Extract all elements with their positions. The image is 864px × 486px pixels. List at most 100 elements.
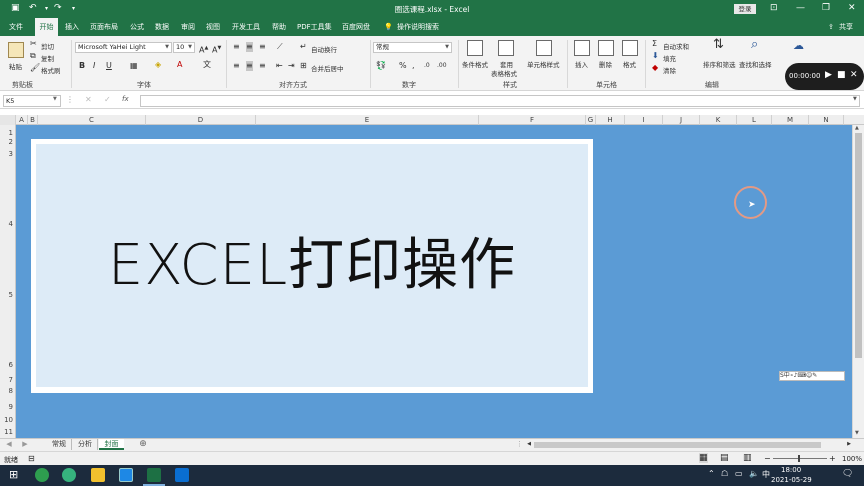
row-header[interactable]: 3: [0, 150, 15, 158]
column-header[interactable]: D: [146, 115, 256, 125]
zoom-out-icon[interactable]: −: [764, 454, 771, 463]
conditional-format-button[interactable]: 条件格式: [462, 59, 488, 69]
column-header[interactable]: L: [737, 115, 772, 125]
paste-icon[interactable]: [8, 42, 24, 58]
copy-button[interactable]: 复制: [41, 53, 54, 63]
normal-view-icon[interactable]: ▦: [699, 453, 708, 463]
align-left-icon[interactable]: ≡: [233, 61, 240, 71]
cut-button[interactable]: 剪切: [41, 41, 54, 51]
align-middle-icon[interactable]: ≡: [246, 42, 253, 52]
copy-icon[interactable]: ⧉: [30, 51, 36, 61]
format-cells-icon[interactable]: [622, 40, 638, 56]
row-header[interactable]: 2: [0, 138, 15, 146]
windows-start-icon[interactable]: ⊞: [9, 468, 18, 481]
notification-icon[interactable]: 🗨: [842, 469, 853, 479]
phonetic-icon[interactable]: 文: [203, 60, 211, 70]
zoom-slider-handle[interactable]: [798, 455, 800, 462]
tab-home[interactable]: 开始: [35, 18, 58, 36]
column-header[interactable]: G: [586, 115, 596, 125]
name-box-dropdown-icon[interactable]: ▼: [53, 96, 57, 102]
close-icon[interactable]: ✕: [848, 3, 856, 14]
column-header[interactable]: F: [479, 115, 586, 125]
volume-icon[interactable]: 🔈: [749, 469, 759, 478]
cut-icon[interactable]: ✂: [30, 39, 37, 49]
zoom-level[interactable]: 100%: [842, 455, 862, 463]
battery-icon[interactable]: ▭: [735, 469, 743, 478]
zoom-in-icon[interactable]: +: [829, 454, 836, 463]
borders-icon[interactable]: ▦: [130, 61, 138, 71]
column-header[interactable]: M: [772, 115, 809, 125]
paste-button[interactable]: 粘贴: [9, 61, 22, 71]
increase-font-icon[interactable]: A▲: [199, 43, 208, 56]
store-icon[interactable]: [119, 468, 133, 482]
stop-icon[interactable]: ■: [837, 70, 846, 80]
underline-icon[interactable]: U: [106, 61, 112, 71]
tab-review[interactable]: 审阅: [181, 22, 195, 32]
find-select-button[interactable]: 查找和选择: [739, 59, 772, 69]
format-cells-button[interactable]: 格式: [623, 59, 636, 69]
merge-center-icon[interactable]: ⊞: [300, 61, 307, 71]
cancel-icon[interactable]: ✕: [85, 95, 92, 104]
font-size-combo[interactable]: 10 ▼: [173, 42, 195, 53]
row-header[interactable]: 4: [0, 220, 15, 228]
tab-view[interactable]: 视图: [206, 22, 220, 32]
sheet-tab-active[interactable]: 封面: [99, 439, 124, 450]
add-sheet-icon[interactable]: ⊕: [137, 439, 149, 450]
decrease-font-icon[interactable]: A▼: [212, 43, 221, 56]
tab-baidu-netdisk[interactable]: 百度网盘: [342, 22, 370, 32]
orientation-icon[interactable]: ⟋: [277, 42, 283, 52]
fill-icon[interactable]: ⬇: [652, 51, 659, 61]
align-bottom-icon[interactable]: ≡: [259, 42, 266, 52]
baidu-save-icon[interactable]: ☁: [793, 40, 804, 51]
autosum-icon[interactable]: Σ: [652, 39, 657, 49]
insert-cells-button[interactable]: 插入: [575, 59, 588, 69]
font-color-icon[interactable]: A: [177, 60, 182, 70]
format-as-table-line2[interactable]: 表格格式: [491, 68, 517, 78]
column-header[interactable]: E: [256, 115, 479, 125]
tell-me-search[interactable]: 操作说明搜索: [397, 22, 439, 32]
decrease-decimal-icon[interactable]: .00: [437, 61, 447, 71]
file-explorer-icon[interactable]: [91, 468, 105, 482]
bold-icon[interactable]: B: [79, 61, 85, 71]
row-header[interactable]: 1: [0, 129, 15, 137]
row-header[interactable]: 5: [0, 291, 15, 299]
clock-time[interactable]: 18:00: [781, 466, 801, 474]
percent-icon[interactable]: %: [399, 61, 407, 71]
scroll-up-icon[interactable]: ▲: [855, 125, 859, 131]
number-format-combo[interactable]: 常规 ▼: [373, 42, 452, 53]
select-all-corner[interactable]: [0, 115, 16, 125]
horizontal-scroll-thumb[interactable]: [534, 442, 821, 448]
tray-chevron-icon[interactable]: ⌃: [708, 469, 715, 478]
insert-cells-icon[interactable]: [574, 40, 590, 56]
sort-filter-icon[interactable]: ⇅: [713, 38, 724, 51]
restore-icon[interactable]: ❐: [822, 3, 830, 14]
clear-icon[interactable]: ◆: [652, 63, 658, 73]
tab-formulas[interactable]: 公式: [130, 22, 144, 32]
cell-styles-button[interactable]: 单元格样式: [527, 59, 560, 69]
column-header[interactable]: H: [596, 115, 625, 125]
align-right-icon[interactable]: ≡: [259, 61, 266, 71]
page-break-view-icon[interactable]: ▥: [743, 453, 752, 463]
share-button[interactable]: 共享: [839, 22, 853, 32]
enter-icon[interactable]: ✓: [104, 95, 111, 104]
column-header[interactable]: I: [625, 115, 663, 125]
cell-styles-icon[interactable]: [536, 40, 552, 56]
sheet-tab[interactable]: 常规: [47, 439, 72, 450]
delete-cells-button[interactable]: 删除: [599, 59, 612, 69]
column-header[interactable]: B: [28, 115, 38, 125]
sort-filter-button[interactable]: 排序和筛选: [703, 59, 736, 69]
tab-insert[interactable]: 插入: [65, 22, 79, 32]
scroll-right-icon[interactable]: ▶: [845, 439, 853, 450]
scroll-down-icon[interactable]: ▼: [855, 430, 859, 436]
vertical-scroll-thumb[interactable]: [855, 133, 862, 358]
delete-cells-icon[interactable]: [598, 40, 614, 56]
merge-center-button[interactable]: 合并后居中: [311, 63, 344, 73]
column-header[interactable]: J: [663, 115, 700, 125]
insert-function-icon[interactable]: fx: [122, 95, 129, 103]
cover-merged-cell[interactable]: EXCEL打印操作: [36, 144, 588, 387]
font-name-combo[interactable]: Microsoft YaHei Light ▼: [75, 42, 172, 53]
column-header[interactable]: K: [700, 115, 737, 125]
next-sheet-icon[interactable]: ▶: [20, 439, 30, 450]
screen-recorder-icon[interactable]: [175, 468, 189, 482]
sheet-tab[interactable]: 分析: [73, 439, 98, 450]
